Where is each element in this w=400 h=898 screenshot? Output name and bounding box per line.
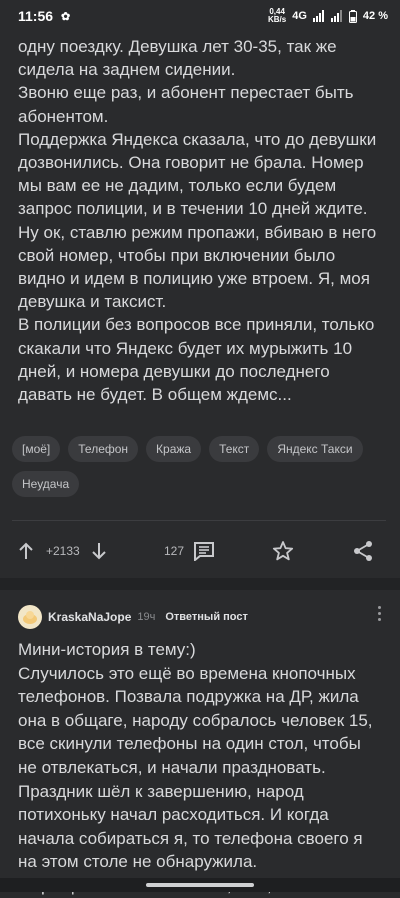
comment-paragraph: Случилось это ещё во времена кнопочных т… [18,663,373,872]
post-paragraph: Ну ок, ставлю режим пропажи, вбиваю в не… [18,222,377,312]
net-speed: 0,44 KB/s [268,8,286,24]
tag-moe[interactable]: [моё] [12,436,61,462]
comments-count[interactable]: 127 [164,536,184,566]
tag-neudacha[interactable]: Неудача [12,471,80,497]
tag-list: [моё] Телефон Кража Текст Яндекс Такси Н… [12,436,392,497]
signal-icon [312,10,324,22]
post-paragraph: Звоню еще раз, и абонент перестает быть … [18,83,354,126]
home-gesture-handle[interactable] [146,883,254,887]
post-actions: +2133 127 [0,536,400,566]
save-button[interactable] [272,536,294,566]
reply-post-badge[interactable]: Ответный пост [165,611,248,623]
tag-telefon[interactable]: Телефон [68,436,139,462]
arrow-down-icon [92,543,106,560]
system-nav-bar [0,878,400,892]
arrow-up-icon [19,542,33,559]
comment-header: KraskaNaJope 19ч Ответный пост [18,602,390,632]
comments-button[interactable] [193,536,215,566]
signal-icon-2 [330,10,342,22]
battery-level: 42 % [362,10,388,22]
star-icon [272,541,294,561]
post-body: одну поездку. Девушка лет 30-35, так же … [0,35,400,406]
comment-username[interactable]: KraskaNaJope [48,610,131,624]
comment-age: 19ч [137,611,156,623]
status-bar: 11:56 ✿ 0,44 KB/s 4G 42 % [0,0,400,32]
share-icon [354,541,372,561]
avatar[interactable] [18,605,42,629]
share-button[interactable] [352,536,374,566]
network-type: 4G [292,10,307,22]
comment-icon [194,542,214,561]
divider [12,520,386,521]
net-speed-unit: KB/s [268,15,287,24]
post-paragraph: В полиции без вопросов все приняли, толь… [18,315,375,405]
rating-value: +2133 [46,544,80,558]
downvote-button[interactable] [91,536,107,566]
avatar-image-icon [23,611,37,624]
comment-paragraph: Мини-история в тему:) [18,640,196,659]
more-options-icon[interactable] [378,606,382,624]
comment-body: Мини-история в тему:) Случилось это ещё … [18,638,384,898]
post-paragraph: Поддержка Яндекса сказала, что до девушк… [18,129,377,219]
status-time: 11:56 [18,8,54,24]
post-paragraph: одну поездку. Девушка лет 30-35, так же … [18,37,337,80]
post-separator [0,578,400,590]
tag-tekst[interactable]: Текст [209,436,260,462]
tag-yandex-taxi[interactable]: Яндекс Такси [267,436,363,462]
upvote-button[interactable] [18,536,34,566]
tag-krazha[interactable]: Кража [146,436,202,462]
notification-icon: ✿ [61,10,71,23]
battery-icon [348,9,357,23]
